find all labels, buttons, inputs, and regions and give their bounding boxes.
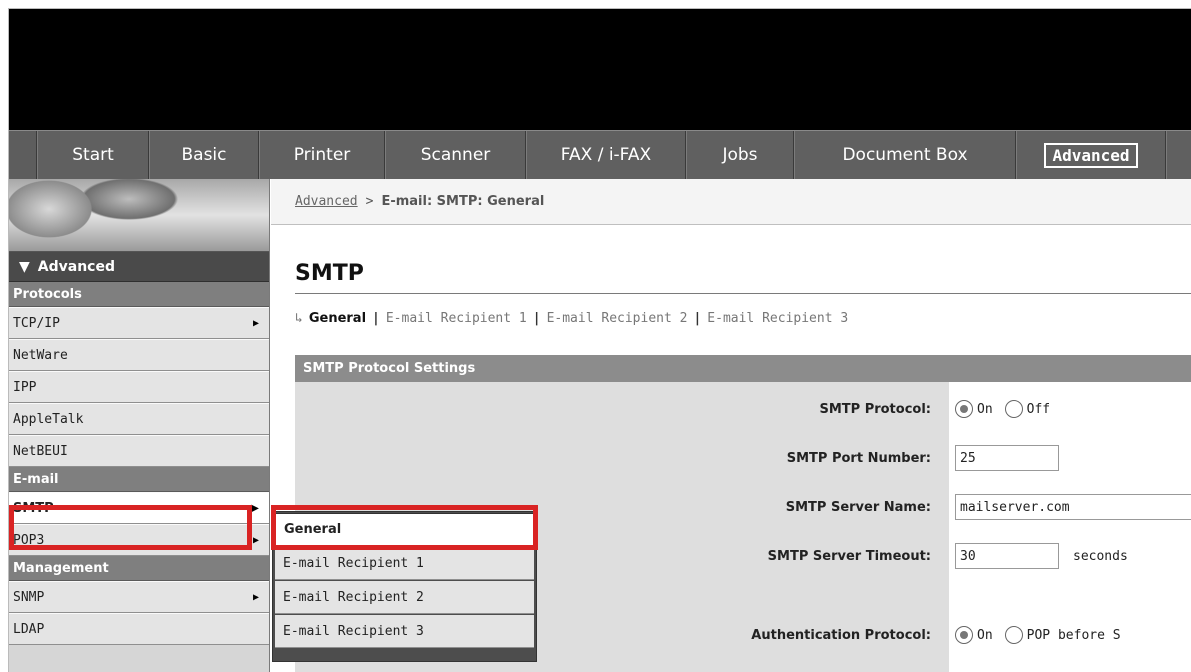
- sidebar-item-ipp[interactable]: IPP: [9, 371, 269, 403]
- subtab-bar: ↳ General | E-mail Recipient 1 | E-mail …: [295, 311, 848, 326]
- subtab-recipient-3[interactable]: E-mail Recipient 3: [707, 311, 848, 326]
- radio-label: On: [977, 401, 993, 417]
- sidebar-item-label: SMTP: [13, 500, 54, 516]
- sidebar-item-smtp[interactable]: SMTP ▶: [9, 492, 269, 524]
- header-banner: [9, 9, 1191, 130]
- tab-jobs[interactable]: Jobs: [686, 131, 794, 179]
- browser-frame: Start Basic Printer Scanner FAX / i-FAX …: [8, 8, 1191, 672]
- sidebar-item-label: AppleTalk: [13, 411, 84, 427]
- smtp-server-label: SMTP Server Name:: [785, 499, 931, 515]
- triangle-down-icon: ▼: [19, 258, 30, 275]
- triangle-right-icon: ▶: [252, 534, 259, 546]
- page-title: SMTP: [295, 261, 364, 286]
- sidebar-item-ldap[interactable]: LDAP: [9, 613, 269, 645]
- subtab-recipient-1[interactable]: E-mail Recipient 1: [386, 311, 527, 326]
- tab-scanner[interactable]: Scanner: [385, 131, 526, 179]
- smtp-timeout-label: SMTP Server Timeout:: [767, 548, 931, 564]
- sidebar-item-snmp[interactable]: SNMP ▶: [9, 581, 269, 613]
- sidebar-item-pop3[interactable]: POP3 ▶: [9, 524, 269, 556]
- smtp-protocol-label: SMTP Protocol:: [819, 401, 931, 417]
- tab-basic[interactable]: Basic: [149, 131, 259, 179]
- smtp-port-label: SMTP Port Number:: [786, 450, 931, 466]
- sidebar-item-label: POP3: [13, 532, 45, 548]
- breadcrumb: Advanced > E-mail: SMTP: General: [271, 179, 1191, 225]
- smtp-timeout-input[interactable]: 30: [955, 543, 1059, 569]
- smtp-protocol-on-radio[interactable]: [955, 400, 973, 418]
- tab-advanced[interactable]: Advanced: [1016, 131, 1166, 179]
- sidebar-group-email: E-mail: [9, 467, 269, 492]
- sidebar-item-tcpip[interactable]: TCP/IP ▶: [9, 307, 269, 339]
- subtab-divider: |: [372, 311, 380, 326]
- tab-fax[interactable]: FAX / i-FAX: [526, 131, 686, 179]
- breadcrumb-link-advanced[interactable]: Advanced: [295, 194, 358, 209]
- subtab-recipient-2[interactable]: E-mail Recipient 2: [547, 311, 688, 326]
- radio-label: POP before S: [1026, 627, 1121, 643]
- sidebar-header[interactable]: ▼ Advanced: [9, 252, 269, 282]
- smtp-protocol-off-radio[interactable]: [1004, 400, 1023, 418]
- title-divider: [295, 293, 1191, 294]
- tab-document-box[interactable]: Document Box: [794, 131, 1016, 179]
- sidebar: ▼ Advanced Protocols TCP/IP ▶ NetWare IP…: [9, 179, 270, 672]
- top-navigation: Start Basic Printer Scanner FAX / i-FAX …: [9, 130, 1191, 179]
- sidebar-item-label: NetWare: [13, 347, 68, 363]
- auth-pop-before-smtp-radio[interactable]: [1004, 626, 1023, 644]
- row-smtp-protocol: SMTP Protocol: On Off: [295, 394, 1191, 424]
- sidebar-item-label: SNMP: [13, 589, 45, 605]
- timeout-unit: seconds: [1073, 548, 1128, 564]
- auth-protocol-label: Authentication Protocol:: [751, 627, 931, 643]
- sidebar-item-netware[interactable]: NetWare: [9, 339, 269, 371]
- sidebar-item-netbeui[interactable]: NetBEUI: [9, 435, 269, 467]
- sidebar-header-label: Advanced: [37, 258, 115, 275]
- breadcrumb-current: E-mail: SMTP: General: [381, 194, 545, 209]
- triangle-right-icon: ▶: [251, 502, 259, 514]
- auth-on-radio[interactable]: [955, 626, 973, 644]
- nav-spacer: [9, 131, 37, 179]
- section-header: SMTP Protocol Settings: [295, 355, 1191, 382]
- radio-label: Off: [1026, 401, 1051, 417]
- tab-printer[interactable]: Printer: [259, 131, 385, 179]
- sidebar-item-label: NetBEUI: [13, 443, 68, 459]
- triangle-right-icon: ▶: [252, 317, 259, 329]
- sidebar-item-label: TCP/IP: [13, 315, 60, 331]
- submenu-item-recipient-2[interactable]: E-mail Recipient 2: [275, 581, 534, 614]
- breadcrumb-separator: >: [365, 194, 374, 209]
- sidebar-item-label: IPP: [13, 379, 37, 395]
- subtab-general[interactable]: General: [309, 311, 366, 326]
- triangle-right-icon: ▶: [252, 591, 259, 603]
- sidebar-decorative-image: [9, 179, 269, 252]
- row-smtp-port: SMTP Port Number: 25: [295, 443, 1191, 473]
- subtab-divider: |: [693, 311, 702, 326]
- subtab-arrow-icon: ↳: [295, 311, 303, 326]
- tab-overflow: [1166, 131, 1191, 179]
- smtp-port-input[interactable]: 25: [955, 445, 1059, 471]
- tab-start[interactable]: Start: [37, 131, 149, 179]
- submenu-item-general[interactable]: General: [275, 513, 534, 546]
- sidebar-item-label: LDAP: [13, 621, 45, 637]
- sidebar-group-management: Management: [9, 556, 269, 581]
- subtab-divider: |: [532, 311, 541, 326]
- smtp-server-input[interactable]: mailserver.com: [955, 494, 1191, 520]
- radio-label: On: [977, 627, 993, 643]
- sidebar-item-appletalk[interactable]: AppleTalk: [9, 403, 269, 435]
- sidebar-group-protocols: Protocols: [9, 282, 269, 307]
